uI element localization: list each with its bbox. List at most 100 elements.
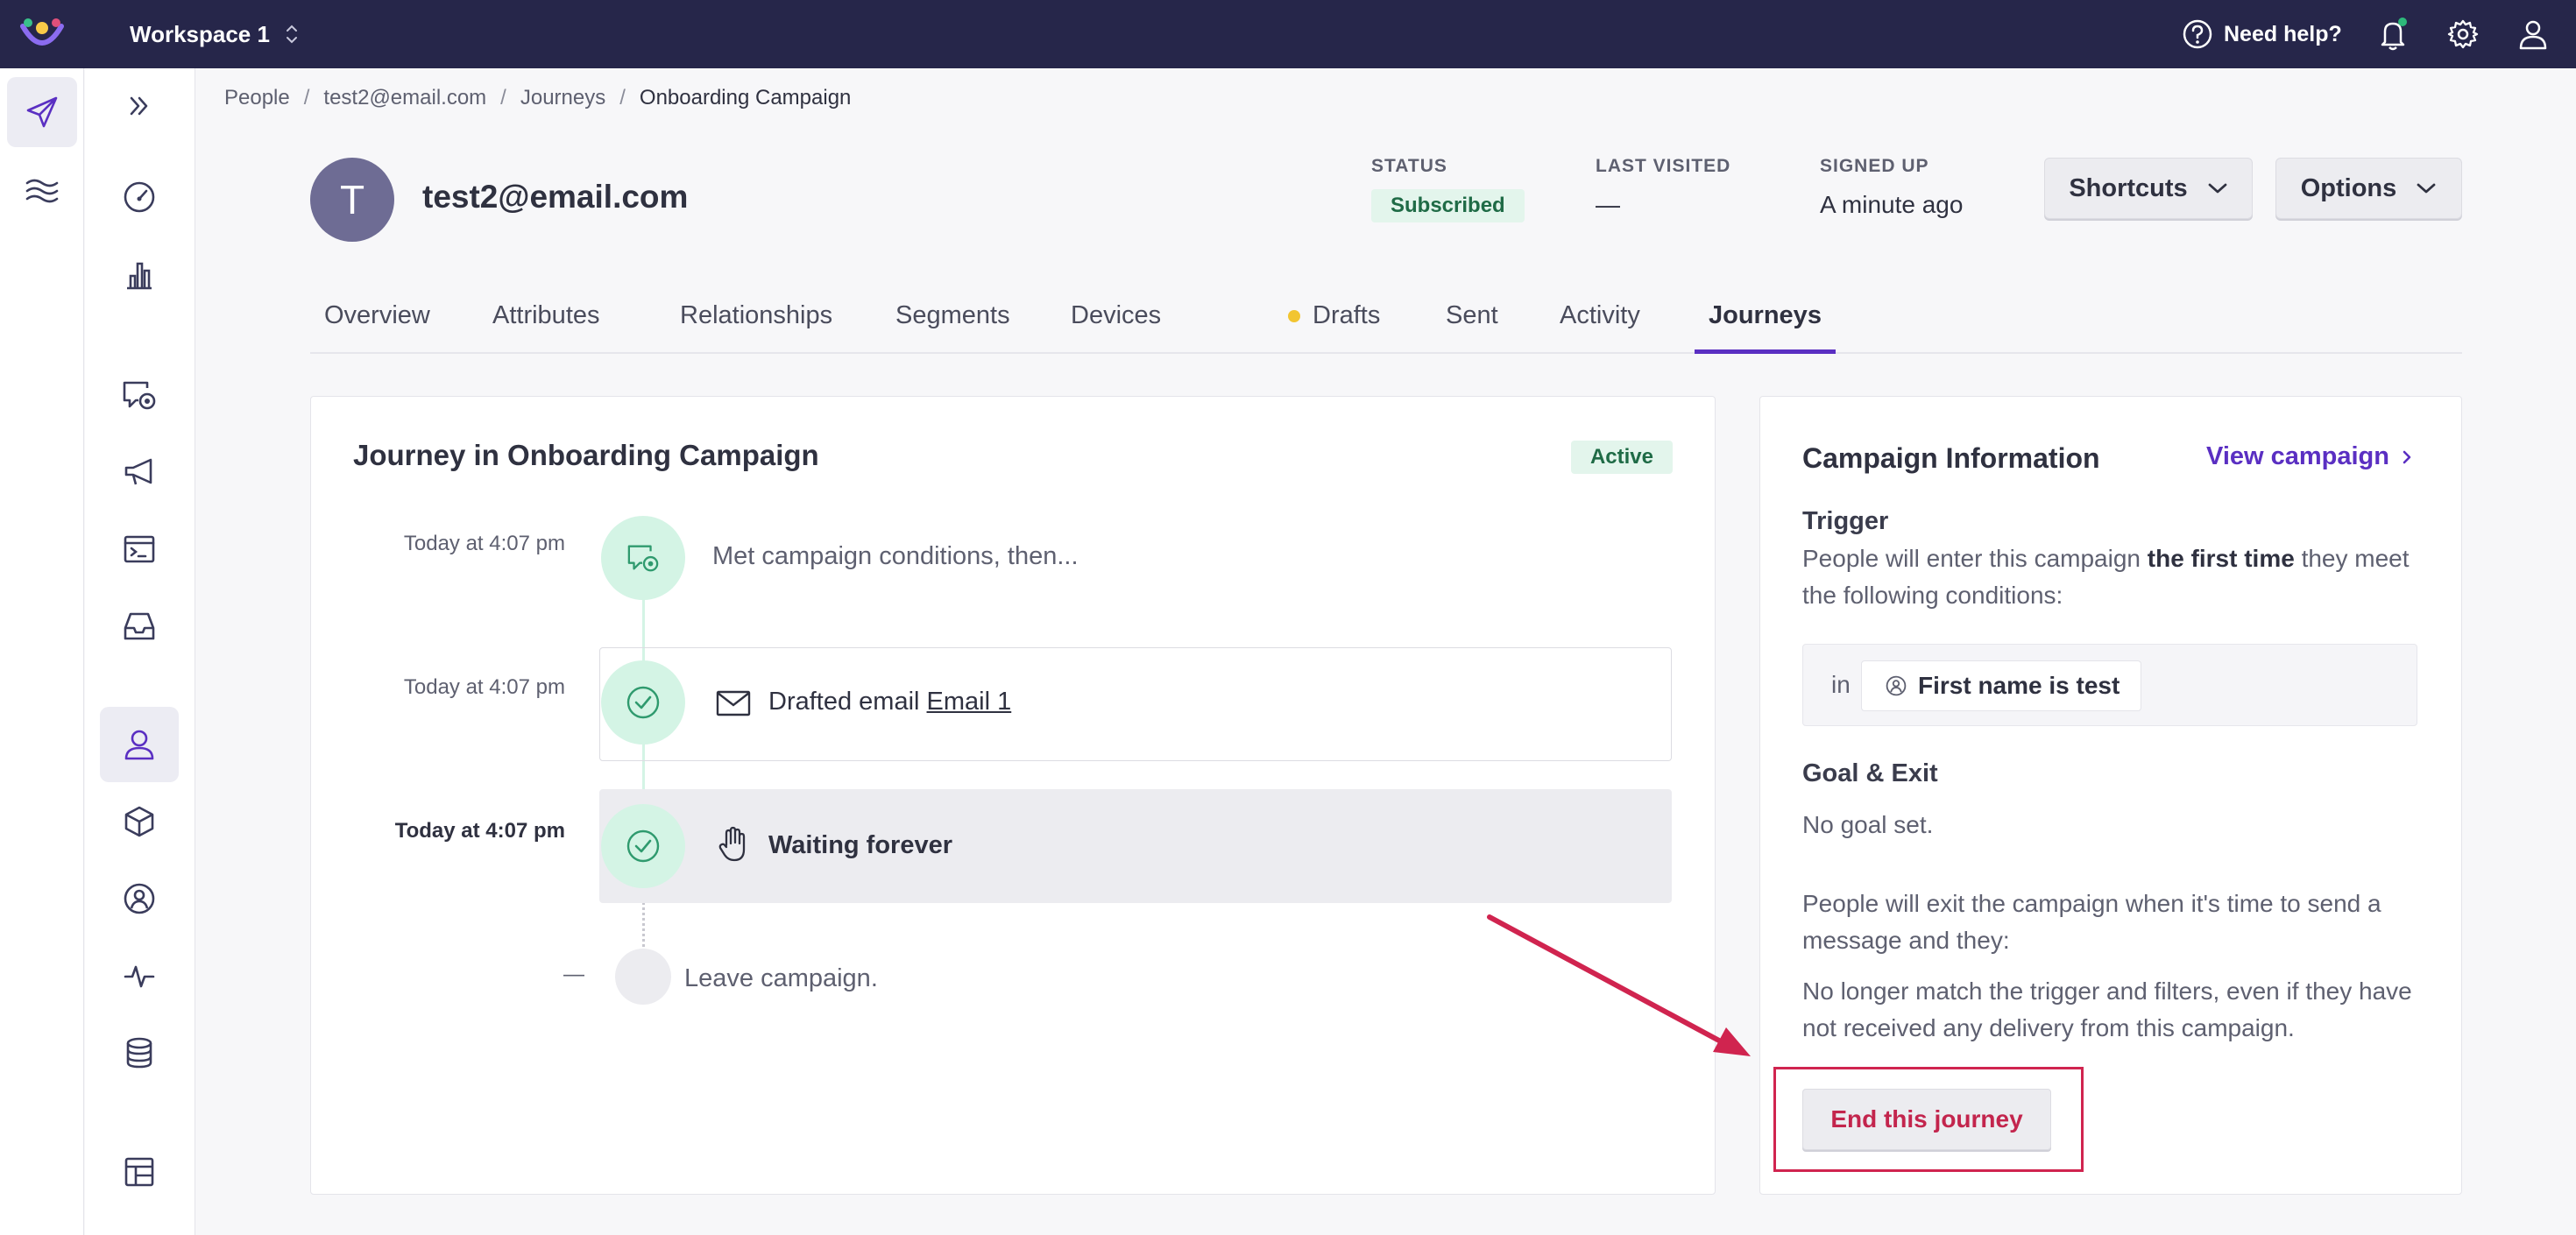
condition-in-label: in — [1831, 671, 1851, 698]
chevron-down-icon — [2207, 181, 2228, 195]
step-wait-text: Waiting forever — [768, 831, 953, 859]
step-complete-node — [601, 804, 685, 888]
person-circle-icon — [1885, 674, 1907, 697]
sidebar-item-segments[interactable] — [100, 861, 179, 936]
app-logo-icon[interactable] — [19, 16, 65, 53]
tab-sent[interactable]: Sent — [1432, 294, 1512, 354]
tab-relationships[interactable]: Relationships — [666, 294, 846, 354]
exit-condition-text: No longer match the trigger and filters,… — [1802, 977, 2412, 1041]
step-wait-row — [599, 789, 1672, 903]
sidebar-item-analytics[interactable] — [100, 236, 179, 312]
journey-title: Journey in Onboarding Campaign — [353, 439, 819, 471]
breadcrumb-separator: / — [619, 86, 626, 109]
sidebar-item-broadcasts[interactable] — [100, 434, 179, 510]
top-bar: Workspace 1 Need help? — [0, 0, 2576, 68]
database-icon — [122, 1035, 157, 1070]
step-trigger-text: Met campaign conditions, then... — [712, 542, 1079, 570]
trigger-text-bold: the first time — [2147, 545, 2295, 572]
sidebar-expand[interactable] — [100, 68, 179, 144]
last-visited-label: LAST VISITED — [1596, 156, 1731, 176]
table-icon — [122, 1154, 157, 1189]
pulse-icon — [122, 958, 157, 993]
condition-chip: First name is test — [1861, 660, 2142, 711]
breadcrumb-person[interactable]: test2@email.com — [323, 86, 486, 110]
user-account-icon[interactable] — [2515, 16, 2551, 53]
breadcrumb: People / test2@email.com / Journeys / On… — [224, 84, 851, 112]
terminal-window-icon — [122, 532, 157, 567]
sidebar-item-activity[interactable] — [100, 938, 179, 1013]
cube-icon — [122, 804, 157, 839]
sidebar-item-data[interactable] — [100, 1015, 179, 1090]
last-visited-value: — — [1596, 191, 1620, 218]
status-badge: Subscribed — [1371, 189, 1525, 222]
goal-exit-heading: Goal & Exit — [1802, 759, 1938, 787]
step-timestamp: Today at 4:07 pm — [394, 819, 565, 843]
person-circle-icon — [122, 881, 157, 916]
tab-drafts[interactable]: Drafts — [1274, 294, 1394, 354]
step-timestamp: Today at 4:07 pm — [403, 532, 565, 555]
breadcrumb-journeys[interactable]: Journeys — [520, 86, 605, 110]
chevron-updown-icon — [286, 23, 298, 46]
options-button[interactable]: Options — [2275, 158, 2462, 219]
avatar: T — [310, 158, 394, 242]
breadcrumb-current: Onboarding Campaign — [639, 86, 852, 109]
signed-up-field: SIGNED UP A minute ago — [1820, 156, 1963, 219]
tab-attributes[interactable]: Attributes — [478, 294, 614, 354]
journey-card: Journey in Onboarding Campaign Active To… — [310, 396, 1716, 1195]
trigger-description: People will enter this campaign the firs… — [1802, 540, 2424, 614]
megaphone-icon — [122, 455, 157, 490]
breadcrumb-separator: / — [500, 86, 506, 109]
sidebar-item-transactional[interactable] — [100, 512, 179, 587]
view-campaign-label: View campaign — [2206, 442, 2389, 470]
sidebar-item-objects[interactable] — [100, 784, 179, 859]
drafts-indicator-dot — [1288, 310, 1300, 322]
need-help-label: Need help? — [2224, 21, 2342, 46]
condition-text: First name is test — [1918, 672, 2120, 699]
step-leave-text: Leave campaign. — [684, 964, 878, 992]
step-email-prefix: Drafted email — [768, 688, 920, 716]
hand-stop-icon — [716, 826, 749, 863]
chevron-down-icon — [2416, 181, 2437, 195]
tab-segments[interactable]: Segments — [881, 294, 1024, 354]
rail-data-pipelines[interactable] — [7, 156, 77, 226]
tab-activity[interactable]: Activity — [1546, 294, 1654, 354]
rail-messaging[interactable] — [7, 77, 77, 147]
profile-tabs: Overview Attributes Relationships Segmen… — [310, 294, 2462, 354]
goal-text: No goal set. — [1802, 811, 1934, 838]
tab-drafts-label: Drafts — [1313, 301, 1381, 329]
shortcuts-button[interactable]: Shortcuts — [2044, 158, 2253, 219]
workspace-name: Workspace 1 — [130, 20, 270, 47]
page-title: test2@email.com — [422, 179, 689, 215]
step-timestamp: — — [563, 963, 584, 986]
breadcrumb-people[interactable]: People — [224, 86, 290, 110]
view-campaign-link[interactable]: View campaign — [2206, 442, 2412, 471]
check-circle-icon — [626, 685, 661, 720]
step-trigger-node — [601, 516, 685, 600]
campaign-info-title: Campaign Information — [1802, 442, 2100, 474]
workspace-switcher[interactable]: Workspace 1 — [130, 19, 298, 49]
step-leave-node — [615, 949, 671, 1005]
sidebar-item-collections[interactable] — [100, 1134, 179, 1210]
need-help-button[interactable]: Need help? — [2182, 16, 2342, 53]
sidebar-item-deliveries[interactable] — [100, 589, 179, 664]
step-email-text: Drafted email Email 1 — [768, 688, 1011, 716]
sidebar-item-people[interactable] — [100, 707, 179, 782]
breadcrumb-separator: / — [303, 86, 310, 109]
speedometer-icon — [122, 180, 157, 215]
settings-gear-icon[interactable] — [2445, 16, 2481, 53]
sidebar-item-campaigns[interactable] — [100, 357, 179, 433]
step-email-row — [599, 647, 1672, 761]
notifications-bell-icon[interactable] — [2374, 16, 2411, 53]
signed-up-label: SIGNED UP — [1820, 156, 1929, 176]
message-target-icon — [121, 378, 158, 413]
journey-status-badge: Active — [1570, 441, 1673, 474]
tab-devices[interactable]: Devices — [1057, 294, 1175, 354]
shortcuts-label: Shortcuts — [2069, 173, 2188, 202]
email-1-link[interactable]: Email 1 — [927, 688, 1012, 716]
chevron-right-icon — [2402, 448, 2412, 466]
tab-overview[interactable]: Overview — [310, 294, 444, 354]
step-timestamp: Today at 4:07 pm — [403, 675, 565, 699]
tab-journeys[interactable]: Journeys — [1695, 294, 1836, 354]
sidebar-item-dashboard[interactable] — [100, 159, 179, 235]
product-rail — [0, 68, 84, 1235]
